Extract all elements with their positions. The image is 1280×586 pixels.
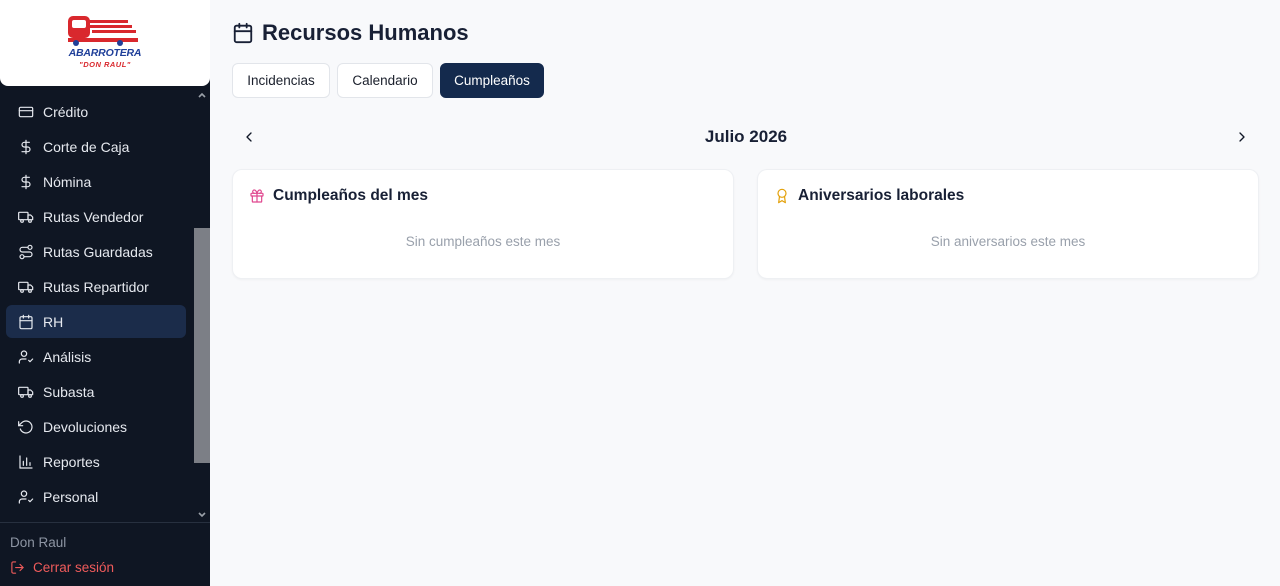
sidebar-item-rutas-repartidor[interactable]: Rutas Repartidor: [6, 270, 186, 303]
sidebar-item-analisis[interactable]: Análisis: [6, 340, 186, 373]
sidebar-item-label: Rutas Repartidor: [43, 278, 149, 295]
sidebar-item-label: Rutas Vendedor: [43, 208, 144, 225]
credit-card-icon: [18, 104, 34, 120]
bus-logo-icon: [68, 16, 138, 46]
sidebar-item-rh[interactable]: RH: [6, 305, 186, 338]
brand-logo: ABARROTERA "DON RAUL": [60, 12, 150, 74]
sidebar-item-label: Corte de Caja: [43, 138, 130, 155]
anniversaries-empty-message: Sin aniversarios este mes: [930, 234, 1086, 249]
sidebar-divider: [0, 522, 210, 523]
logout-button[interactable]: Cerrar sesión: [10, 560, 114, 575]
chevron-right-icon: [1239, 132, 1245, 142]
brand-subtitle: "DON RAUL": [79, 60, 131, 69]
sidebar: ABARROTERA "DON RAUL" Crédito Corte de C…: [0, 0, 210, 586]
truck-icon: [18, 279, 34, 295]
sidebar-item-subasta[interactable]: Subasta: [6, 375, 186, 408]
tab-calendario[interactable]: Calendario: [337, 63, 433, 98]
page-title: Recursos Humanos: [232, 20, 469, 46]
sidebar-item-label: Nómina: [43, 173, 92, 190]
bar-chart-icon: [18, 454, 34, 470]
birthdays-card-title: Cumpleaños del mes: [273, 187, 429, 204]
sidebar-item-rutas-guardadas[interactable]: Rutas Guardadas: [6, 235, 186, 268]
calendar-icon: [233, 22, 253, 44]
birthdays-card: Cumpleaños del mes Sin cumpleaños este m…: [232, 169, 734, 279]
rotate-ccw-icon: [18, 419, 34, 435]
sidebar-item-label: Subasta: [43, 383, 95, 400]
page-title-text: Recursos Humanos: [262, 20, 469, 45]
logout-label: Cerrar sesión: [33, 560, 115, 575]
user-check-icon: [18, 349, 34, 365]
sidebar-item-corte-de-caja[interactable]: Corte de Caja: [6, 130, 186, 163]
birthdays-empty-message: Sin cumpleaños este mes: [405, 234, 561, 249]
current-user-name: Don Raul: [10, 535, 67, 550]
next-month-button[interactable]: [1231, 126, 1253, 148]
anniversaries-card-title: Aniversarios laborales: [798, 187, 965, 204]
anniversaries-card-header: Aniversarios laborales: [774, 187, 964, 205]
sidebar-item-reportes[interactable]: Reportes: [6, 445, 186, 478]
calendar-icon: [18, 314, 34, 330]
scroll-up-icon[interactable]: [196, 88, 208, 100]
anniversaries-card: Aniversarios laborales Sin aniversarios …: [757, 169, 1259, 279]
sidebar-item-label: Crédito: [43, 103, 89, 120]
brand-name: ABARROTERA: [68, 47, 142, 59]
previous-month-button[interactable]: [238, 126, 260, 148]
tab-incidencias[interactable]: Incidencias: [232, 63, 330, 98]
dollar-icon: [18, 139, 34, 155]
sidebar-item-label: RH: [43, 313, 64, 330]
birthdays-card-header: Cumpleaños del mes: [249, 187, 428, 205]
sidebar-item-label: Reportes: [43, 453, 100, 470]
gift-icon: [250, 189, 264, 203]
tab-cumpleanos[interactable]: Cumpleaños: [440, 63, 544, 98]
scroll-down-icon[interactable]: [196, 507, 208, 519]
sidebar-item-rutas-vendedor[interactable]: Rutas Vendedor: [6, 200, 186, 233]
sidebar-item-label: Devoluciones: [43, 418, 128, 435]
sidebar-item-credito[interactable]: Crédito: [6, 95, 186, 128]
user-check-icon: [18, 489, 34, 505]
route-icon: [18, 244, 34, 260]
logo-area[interactable]: ABARROTERA "DON RAUL": [0, 0, 210, 86]
sidebar-item-nomina[interactable]: Nómina: [6, 165, 186, 198]
sidebar-item-label: Personal: [43, 488, 99, 505]
sidebar-item-label: Análisis: [43, 348, 92, 365]
sidebar-item-personal[interactable]: Personal: [6, 480, 186, 513]
sidebar-item-devoluciones[interactable]: Devoluciones: [6, 410, 186, 443]
dollar-icon: [18, 174, 34, 190]
award-icon: [777, 188, 787, 204]
sidebar-scrollbar-thumb[interactable]: [194, 228, 210, 463]
current-month-label: Julio 2026: [704, 127, 788, 146]
chevron-left-icon: [246, 132, 252, 142]
truck-icon: [18, 384, 34, 400]
truck-icon: [18, 209, 34, 225]
sidebar-item-label: Rutas Guardadas: [43, 243, 153, 260]
logout-icon: [11, 561, 24, 574]
